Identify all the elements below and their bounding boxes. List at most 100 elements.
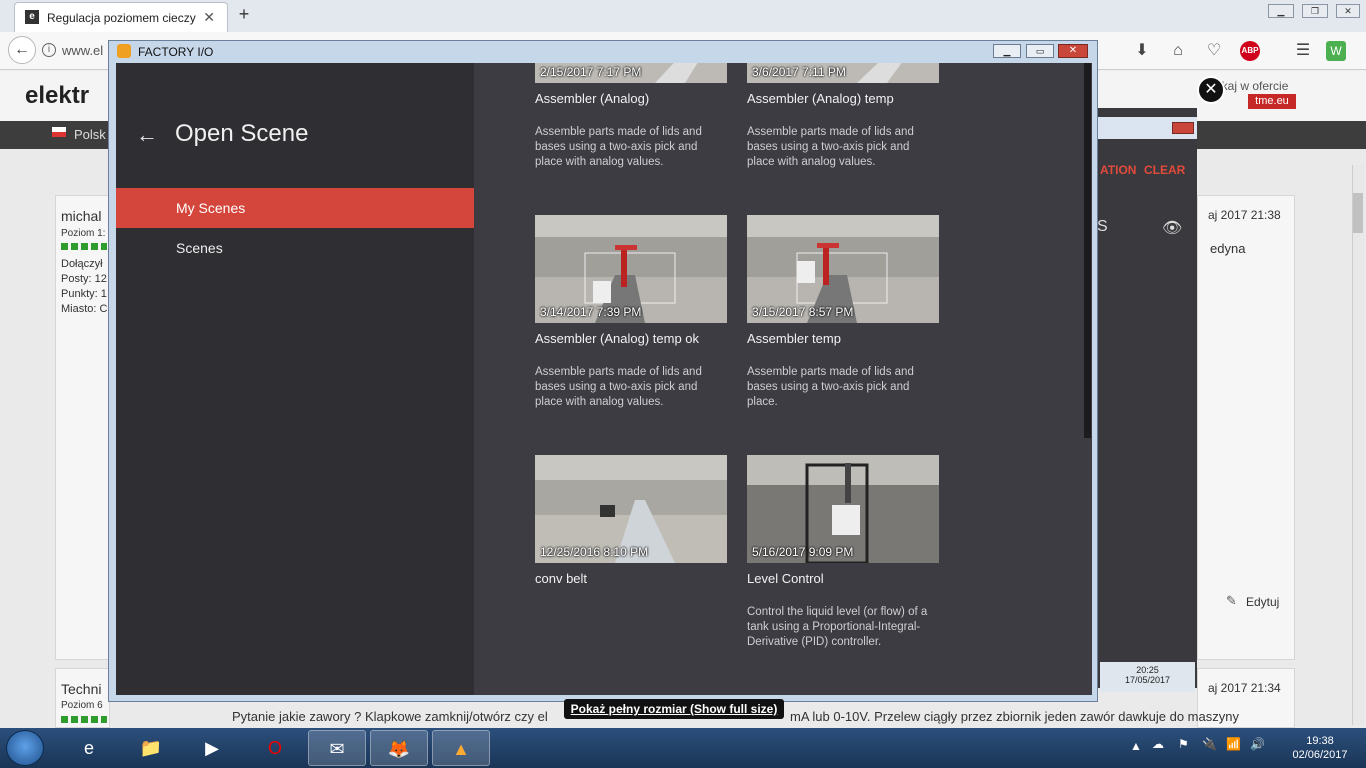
clock-date: 02/06/2017 <box>1292 749 1348 761</box>
scene-date: 3/14/2017 7:39 PM <box>540 305 642 319</box>
open-scene-sidebar <box>116 63 474 695</box>
edit-icon[interactable]: ✎ <box>1226 593 1237 609</box>
tray-arrow-icon[interactable]: ▲ <box>1130 739 1142 753</box>
menu-icon[interactable]: ☰ <box>1292 40 1314 62</box>
post-count: Posty: 12 <box>61 273 107 285</box>
post2-level: Poziom 6 <box>61 700 103 711</box>
browser-close-button[interactable]: ✕ <box>1336 4 1360 18</box>
show-full-size-link[interactable]: Pokaż pełny rozmiar (Show full size) <box>564 699 784 719</box>
post-joined: Dołączył <box>61 258 103 270</box>
language-label[interactable]: Polsk <box>74 127 106 142</box>
scene-title: Assembler (Analog) temp ok <box>535 331 700 346</box>
fio-maximize-button[interactable]: ▭ <box>1026 44 1054 58</box>
opera-icon[interactable]: O <box>246 730 304 766</box>
scene-description: Assemble parts made of lids and bases us… <box>747 366 914 408</box>
scene-title: Assembler (Analog) <box>535 91 650 106</box>
info-icon[interactable]: i <box>42 43 56 57</box>
fio-close-button[interactable]: ✕ <box>1058 44 1088 58</box>
flag-icon[interactable]: ⚑ <box>1178 737 1189 751</box>
scene-title: Assembler (Analog) temp <box>747 91 894 106</box>
start-button[interactable] <box>6 730 44 766</box>
scene-date: 3/6/2017 7:11 PM <box>752 65 846 79</box>
browser-minimize-button[interactable]: ▁ <box>1268 4 1294 18</box>
back-button[interactable]: ← <box>8 36 36 64</box>
explorer-icon[interactable]: 📁 <box>122 730 180 766</box>
firefox-icon[interactable]: 🦊 <box>370 730 428 766</box>
thunderbird-icon[interactable]: ✉ <box>308 730 366 766</box>
background-clear-button[interactable]: CLEAR <box>1144 163 1185 177</box>
signal-icon[interactable]: 📶 <box>1226 737 1241 751</box>
scene-date: 5/16/2017 9:09 PM <box>752 545 854 559</box>
close-lightbox-icon[interactable]: ✕ <box>1197 76 1225 104</box>
back-arrow-icon[interactable]: ← <box>136 122 158 148</box>
post-city: Miasto: C <box>61 303 108 315</box>
scene-thumbnail[interactable]: 12/25/2016 8:10 PM <box>535 455 727 563</box>
scene-description: Assemble parts made of lids and bases us… <box>535 126 702 168</box>
nav-my-scenes-label: My Scenes <box>176 200 246 216</box>
tme-logo[interactable]: tme.eu <box>1248 94 1296 109</box>
fio-minimize-button[interactable]: ▁ <box>993 44 1021 58</box>
factory-io-app-icon <box>117 44 131 58</box>
post-body-right <box>1197 195 1295 660</box>
background-s-label: S <box>1097 218 1108 235</box>
browser-tab[interactable]: e Regulacja poziomem cieczy w ✕ <box>14 2 228 32</box>
scene-date: 2/15/2017 7:17 PM <box>540 65 642 79</box>
scene-title: Level Control <box>747 571 824 586</box>
new-tab-button[interactable]: + <box>234 4 254 26</box>
scene-thumbnail[interactable]: 3/15/2017 8:57 PM <box>747 215 939 323</box>
factory-io-taskbar-icon[interactable]: ▲ <box>432 730 490 766</box>
scene-thumbnail[interactable]: 2/15/2017 7:17 PM <box>535 63 727 83</box>
download-icon[interactable]: ⬇ <box>1131 40 1153 62</box>
system-tray: ▲ ☁ ⚑ 🔌 📶 🔊 <box>1128 733 1278 763</box>
nav-scenes-label: Scenes <box>176 240 223 256</box>
post-points: Punkty: 1 <box>61 288 107 300</box>
background-window-close-button[interactable] <box>1172 122 1194 134</box>
media-player-icon[interactable]: ▶ <box>183 730 241 766</box>
post-author[interactable]: michal <box>61 208 101 224</box>
pocket-icon[interactable]: ♡ <box>1203 40 1225 62</box>
page-scrollbar[interactable] <box>1352 165 1364 725</box>
power-icon[interactable]: 🔌 <box>1202 737 1217 751</box>
system-clock[interactable]: 19:38 02/06/2017 <box>1280 734 1360 764</box>
browser-restore-button[interactable]: ❐ <box>1302 4 1328 18</box>
post2-date: aj 2017 21:34 <box>1208 681 1281 695</box>
close-tab-icon[interactable]: ✕ <box>203 9 215 26</box>
background-clock-date: 17/05/2017 <box>1124 675 1171 685</box>
scene-title: conv belt <box>535 571 588 586</box>
eye-icon[interactable]: 👁 <box>1162 218 1182 238</box>
edit-link[interactable]: Edytuj <box>1246 595 1279 609</box>
page-scrollbar-thumb[interactable] <box>1353 193 1363 233</box>
post2-author[interactable]: Techni <box>61 681 101 697</box>
scene-description: Control the liquid level (or flow) of a … <box>747 606 928 648</box>
home-icon[interactable]: ⌂ <box>1167 40 1189 62</box>
scene-description: Assemble parts made of lids and bases us… <box>535 366 702 408</box>
post2-text: Pytanie jakie zawory ? Klapkowe zamknij/… <box>232 709 548 724</box>
scene-thumbnail[interactable]: 3/14/2017 7:39 PM <box>535 215 727 323</box>
cloud-icon[interactable]: ☁ <box>1152 737 1164 751</box>
scene-thumbnail[interactable]: 3/6/2017 7:11 PM <box>747 63 939 83</box>
rank-bar <box>61 243 107 250</box>
extension-icon[interactable]: W <box>1326 41 1346 61</box>
ie-icon[interactable]: e <box>60 730 118 766</box>
post-date: aj 2017 21:38 <box>1208 208 1281 222</box>
browser-tab-title: Regulacja poziomem cieczy w <box>47 11 197 25</box>
volume-icon[interactable]: 🔊 <box>1250 737 1265 751</box>
site-logo[interactable]: elektr <box>25 82 89 110</box>
post2-text-right: mA lub 0-10V. Przelew ciągły przez zbior… <box>790 709 1239 724</box>
background-simulation-label[interactable]: ATION <box>1100 163 1136 177</box>
background-clock-time: 20:25 <box>1136 665 1159 675</box>
adblock-icon[interactable]: ABP <box>1240 41 1260 61</box>
factory-io-window-title: FACTORY I/O <box>138 45 214 59</box>
scene-list-scrollbar-thumb[interactable] <box>1084 63 1091 438</box>
background-clock: 20:25 17/05/2017 <box>1100 662 1195 692</box>
nav-scenes[interactable]: Scenes <box>116 228 474 268</box>
scene-thumbnail[interactable]: 5/16/2017 9:09 PM <box>747 455 939 563</box>
scene-title: Assembler temp <box>747 331 841 346</box>
scene-grid: 2/15/2017 7:17 PM Assembler (Analog) Ass… <box>474 63 1084 695</box>
clock-time: 19:38 <box>1306 735 1334 747</box>
background-window <box>1097 108 1197 688</box>
scene-description: Assemble parts made of lids and bases us… <box>747 126 914 168</box>
nav-my-scenes[interactable]: My Scenes <box>116 188 474 228</box>
site-favicon-icon: e <box>25 10 39 24</box>
open-scene-title: Open Scene <box>175 120 309 147</box>
